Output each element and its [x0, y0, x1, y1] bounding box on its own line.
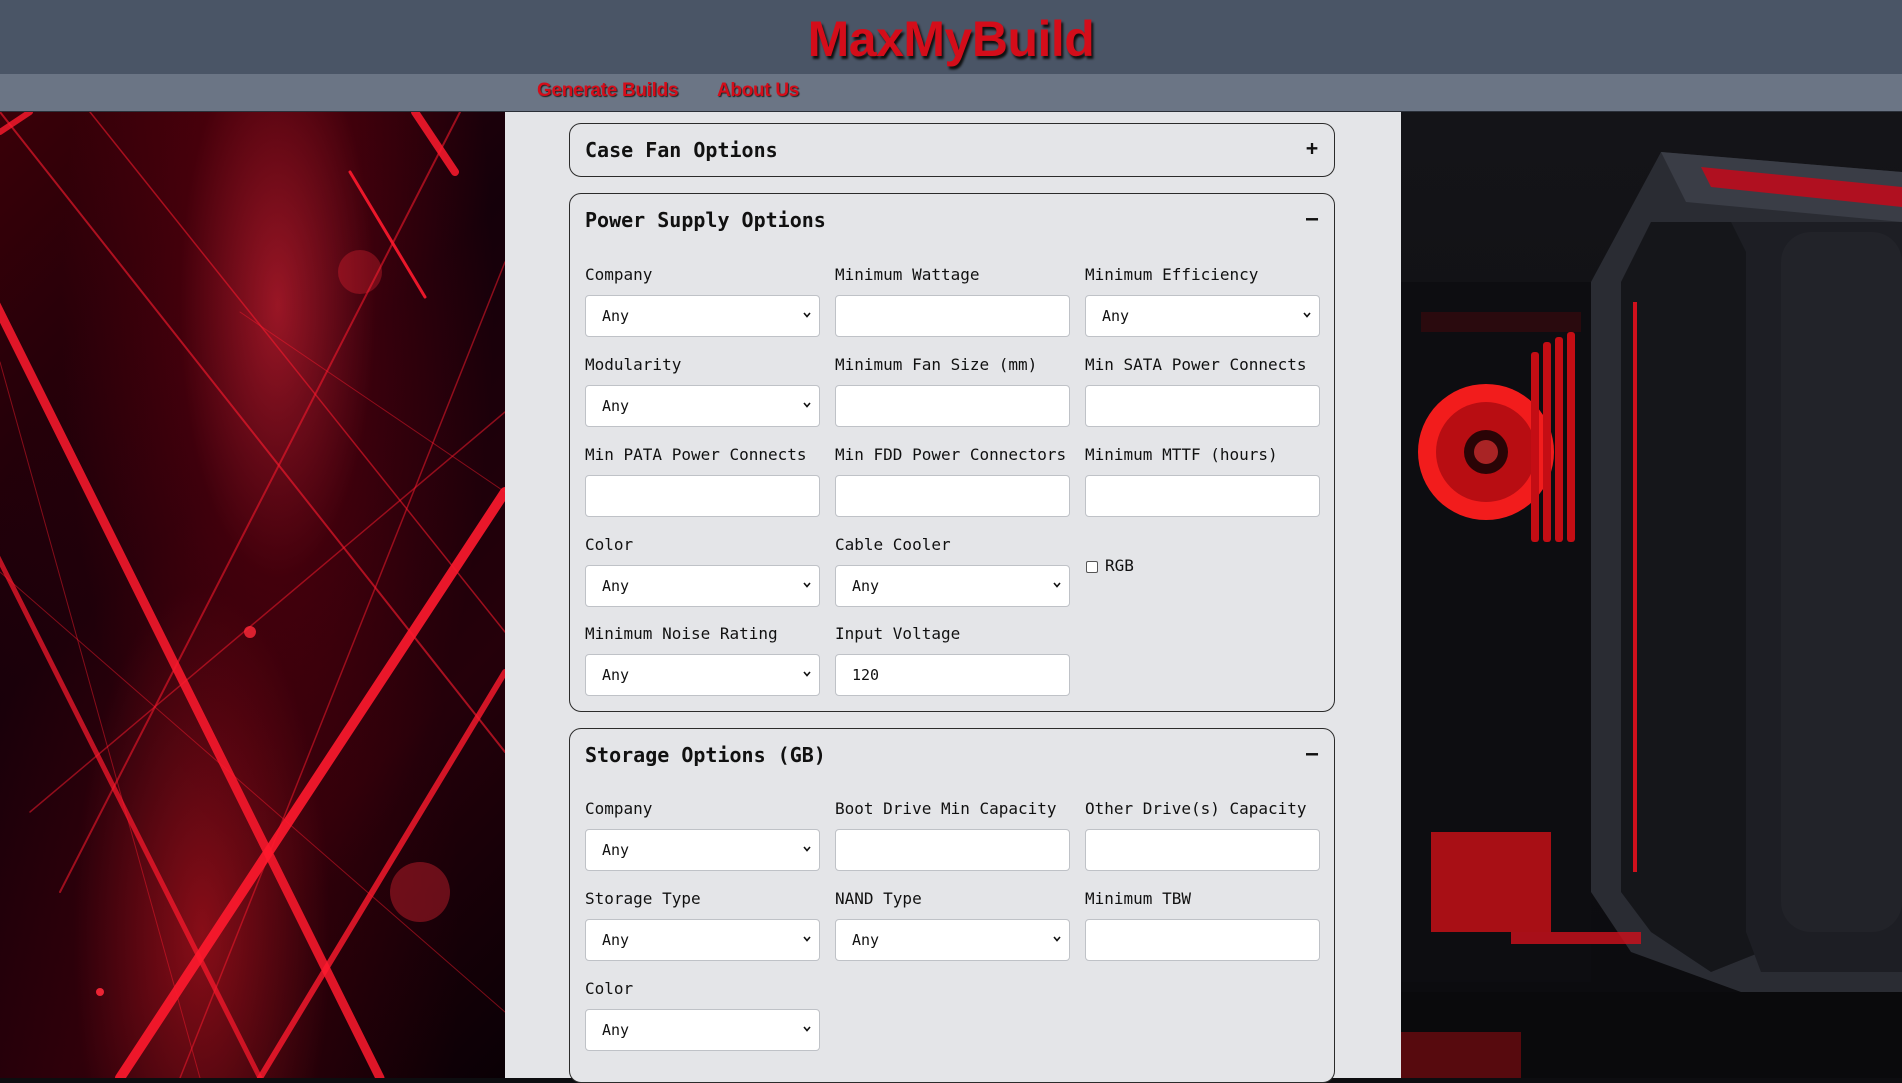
- psu-min-mttf-input[interactable]: [1085, 475, 1320, 517]
- storage-company-label: Company: [585, 799, 653, 818]
- psu-min-noise-label: Minimum Noise Rating: [585, 624, 778, 643]
- storage-min-tbw-label: Minimum TBW: [1085, 889, 1191, 908]
- psu-min-fan-size-label: Minimum Fan Size (mm): [835, 355, 1038, 374]
- psu-min-noise-value: Any: [602, 666, 630, 684]
- psu-min-efficiency-label: Minimum Efficiency: [1085, 265, 1259, 284]
- nav-link-generate-builds[interactable]: Generate Builds: [537, 80, 679, 102]
- psu-min-wattage-label: Minimum Wattage: [835, 265, 980, 284]
- storage-options-panel: Storage Options (GB) – Company Any Boot …: [569, 728, 1335, 1083]
- psu-cable-cooler-value: Any: [852, 577, 880, 595]
- psu-min-sata-label: Min SATA Power Connects: [1085, 355, 1307, 374]
- psu-color-select[interactable]: Any: [585, 565, 820, 607]
- power-supply-collapse-toggle[interactable]: –: [1306, 206, 1318, 230]
- psu-min-pata-label: Min PATA Power Connects: [585, 445, 807, 464]
- storage-boot-min-capacity-input[interactable]: [835, 829, 1070, 871]
- pc-case-graphic: [1401, 152, 1902, 1078]
- psu-min-mttf-label: Minimum MTTF (hours): [1085, 445, 1278, 464]
- storage-options-title: Storage Options (GB): [585, 743, 826, 767]
- psu-color-value: Any: [602, 577, 630, 595]
- chevron-down-icon: [1053, 582, 1061, 588]
- storage-nand-type-select[interactable]: Any: [835, 919, 1070, 961]
- storage-type-select[interactable]: Any: [585, 919, 820, 961]
- storage-collapse-toggle[interactable]: –: [1306, 741, 1318, 765]
- power-supply-options-title: Power Supply Options: [585, 208, 826, 232]
- storage-other-capacity-input[interactable]: [1085, 829, 1320, 871]
- chevron-down-icon: [803, 1026, 811, 1032]
- psu-rgb-label[interactable]: RGB: [1105, 556, 1134, 575]
- chevron-down-icon: [803, 582, 811, 588]
- case-fan-options-title: Case Fan Options: [585, 138, 778, 162]
- nav-link-about-us[interactable]: About Us: [717, 80, 799, 102]
- storage-nand-type-value: Any: [852, 931, 880, 949]
- power-supply-options-panel: Power Supply Options – Company Any Minim…: [569, 193, 1335, 712]
- psu-min-fdd-label: Min FDD Power Connectors: [835, 445, 1067, 464]
- main-content: Case Fan Options + Power Supply Options …: [505, 112, 1401, 1083]
- red-lines-graphic: [0, 112, 505, 1078]
- chevron-down-icon: [803, 312, 811, 318]
- psu-company-label: Company: [585, 265, 653, 284]
- psu-cable-cooler-select[interactable]: Any: [835, 565, 1070, 607]
- right-background-pc-case: [1401, 112, 1902, 1078]
- chevron-down-icon: [803, 846, 811, 852]
- storage-type-value: Any: [602, 931, 630, 949]
- chevron-down-icon: [803, 671, 811, 677]
- storage-min-tbw-input[interactable]: [1085, 919, 1320, 961]
- psu-min-fdd-input[interactable]: [835, 475, 1070, 517]
- storage-nand-type-label: NAND Type: [835, 889, 922, 908]
- storage-company-select[interactable]: Any: [585, 829, 820, 871]
- psu-modularity-label: Modularity: [585, 355, 682, 374]
- psu-cable-cooler-label: Cable Cooler: [835, 535, 951, 554]
- psu-company-select[interactable]: Any: [585, 295, 820, 337]
- storage-type-label: Storage Type: [585, 889, 701, 908]
- psu-input-voltage-input[interactable]: 120: [835, 654, 1070, 696]
- psu-color-label: Color: [585, 535, 634, 554]
- chevron-down-icon: [803, 402, 811, 408]
- chevron-down-icon: [803, 936, 811, 942]
- psu-min-wattage-input[interactable]: [835, 295, 1070, 337]
- psu-min-efficiency-value: Any: [1102, 307, 1130, 325]
- psu-min-sata-input[interactable]: [1085, 385, 1320, 427]
- chevron-down-icon: [1053, 936, 1061, 942]
- storage-boot-min-capacity-label: Boot Drive Min Capacity: [835, 799, 1057, 818]
- site-header: MaxMyBuild: [0, 0, 1902, 74]
- psu-modularity-value: Any: [602, 397, 630, 415]
- psu-rgb-checkbox[interactable]: [1086, 561, 1098, 573]
- case-fan-expand-toggle[interactable]: +: [1306, 136, 1318, 160]
- psu-min-efficiency-select[interactable]: Any: [1085, 295, 1320, 337]
- left-background-art: [0, 112, 505, 1078]
- storage-color-select[interactable]: Any: [585, 1009, 820, 1051]
- nav-bar: Generate Builds About Us: [0, 74, 1902, 112]
- site-title[interactable]: MaxMyBuild: [808, 10, 1095, 68]
- psu-input-voltage-label: Input Voltage: [835, 624, 961, 643]
- chevron-down-icon: [1303, 312, 1311, 318]
- psu-min-noise-select[interactable]: Any: [585, 654, 820, 696]
- psu-min-pata-input[interactable]: [585, 475, 820, 517]
- storage-color-value: Any: [602, 1021, 630, 1039]
- psu-company-value: Any: [602, 307, 630, 325]
- case-fan-options-panel[interactable]: Case Fan Options +: [569, 123, 1335, 177]
- storage-color-label: Color: [585, 979, 634, 998]
- psu-modularity-select[interactable]: Any: [585, 385, 820, 427]
- storage-other-capacity-label: Other Drive(s) Capacity: [1085, 799, 1307, 818]
- storage-company-value: Any: [602, 841, 630, 859]
- psu-min-fan-size-input[interactable]: [835, 385, 1070, 427]
